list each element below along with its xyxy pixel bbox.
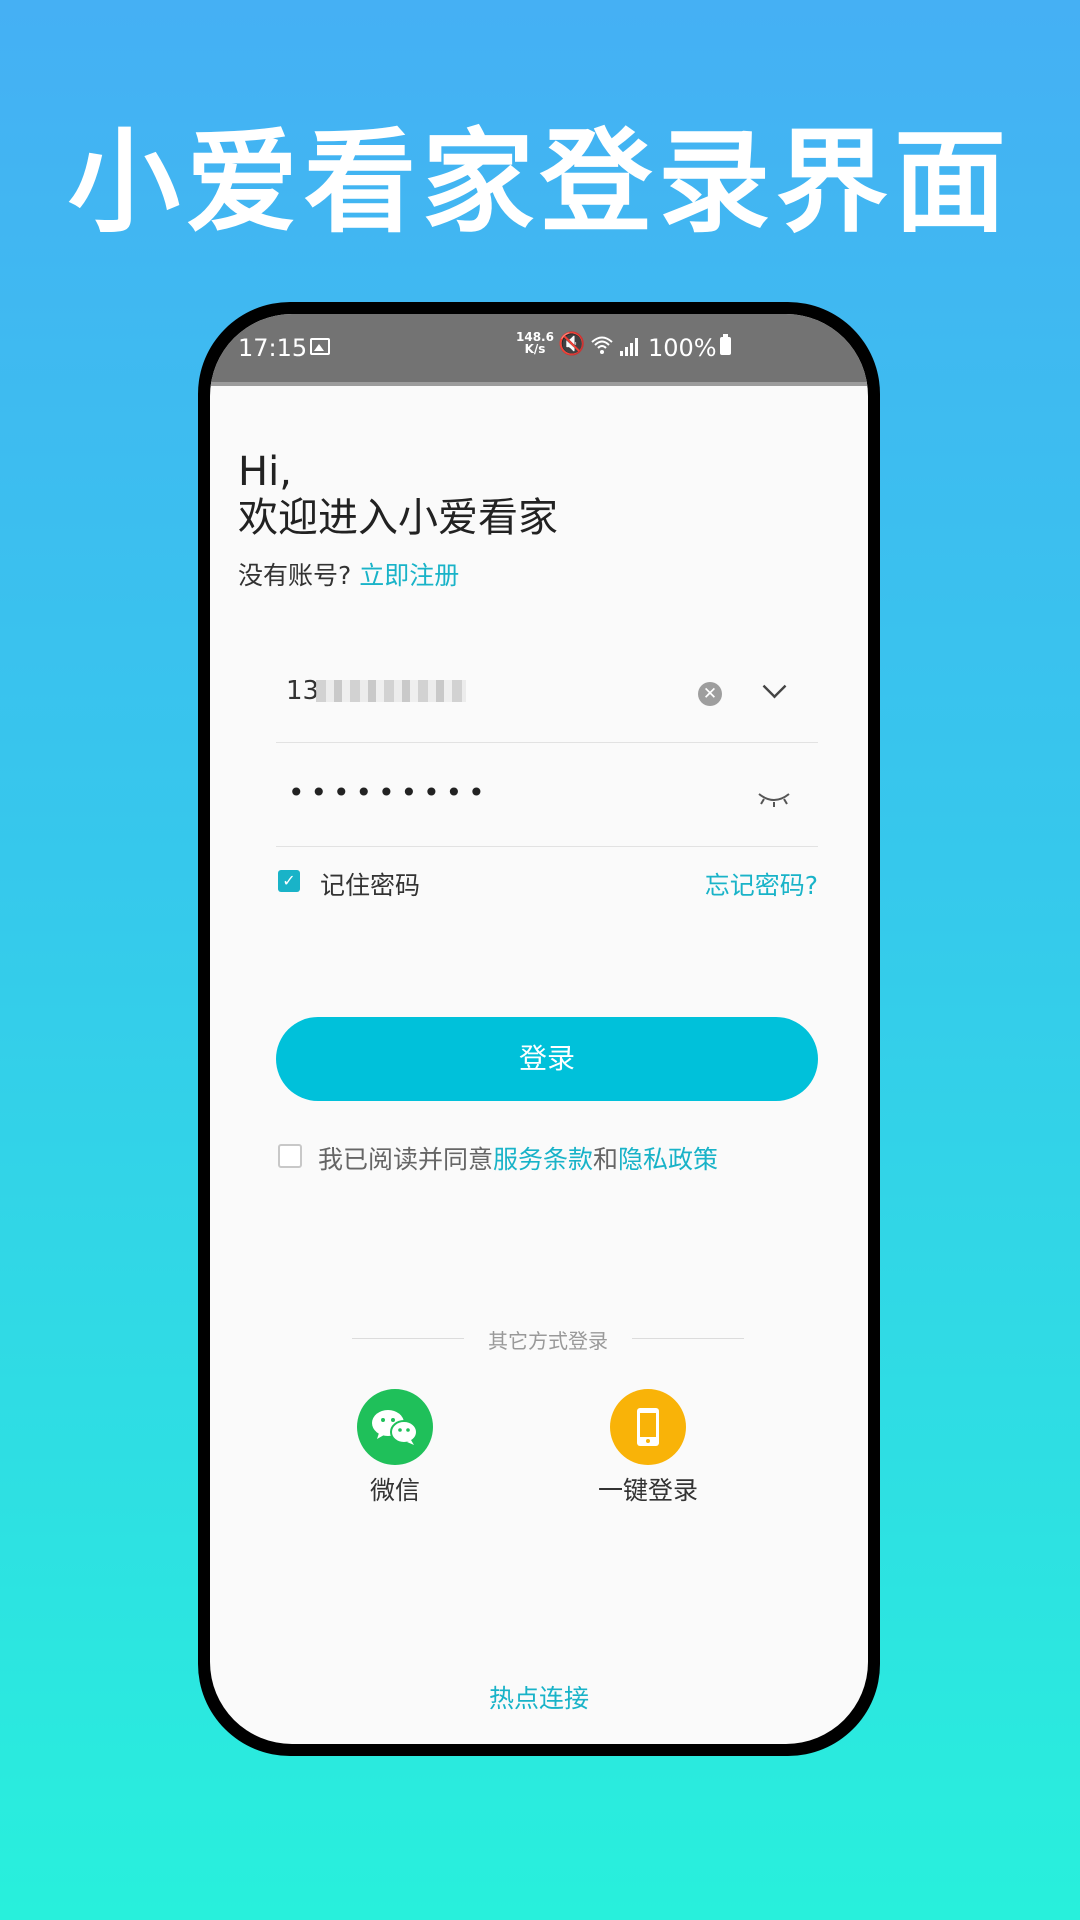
chevron-down-icon[interactable] xyxy=(762,674,787,699)
password-field[interactable]: ••••••••• xyxy=(276,742,818,847)
wechat-icon[interactable] xyxy=(357,1389,433,1465)
password-input[interactable]: ••••••••• xyxy=(288,776,491,809)
phone-screen: 17:15 148.6 K/s 🔇 100% Hi, 欢迎进入小爱看家 没有账号… xyxy=(210,314,868,1744)
terms-link[interactable]: 服务条款 xyxy=(493,1145,593,1174)
wifi-icon xyxy=(591,336,613,354)
agreement-text: 我已阅读并同意服务条款和隐私政策 xyxy=(318,1140,718,1176)
status-bar: 17:15 148.6 K/s 🔇 100% xyxy=(210,314,868,386)
greeting-hi: Hi, xyxy=(238,449,292,495)
register-link[interactable]: 立即注册 xyxy=(359,561,459,590)
login-button[interactable]: 登录 xyxy=(276,1017,818,1101)
phone-icon[interactable] xyxy=(610,1389,686,1465)
mute-icon: 🔇 xyxy=(558,332,586,357)
eye-closed-icon[interactable] xyxy=(756,788,792,808)
wechat-label: 微信 xyxy=(369,1476,420,1505)
banner-title: 小爱看家登录界面 xyxy=(68,118,1012,248)
privacy-link[interactable]: 隐私政策 xyxy=(618,1145,718,1174)
phone-field[interactable]: 13 ✕ xyxy=(276,638,818,743)
divider-left xyxy=(352,1338,464,1339)
status-time: 17:15 xyxy=(238,334,308,362)
signal-icon xyxy=(620,338,642,356)
phone-input[interactable]: 13 xyxy=(286,676,319,706)
agreement-prefix: 我已阅读并同意 xyxy=(318,1145,494,1174)
register-prompt: 没有账号? xyxy=(238,561,352,590)
divider-right xyxy=(632,1338,744,1339)
phone-frame: 17:15 148.6 K/s 🔇 100% Hi, 欢迎进入小爱看家 没有账号… xyxy=(198,302,880,1756)
other-login-label: 其它方式登录 xyxy=(488,1329,608,1353)
battery-icon xyxy=(720,334,731,355)
agreement-checkbox[interactable] xyxy=(278,1144,302,1168)
wechat-login[interactable]: 微信 xyxy=(320,1389,470,1507)
image-icon xyxy=(310,338,330,355)
phone-blurred-digits xyxy=(316,680,466,702)
remember-label: 记住密码 xyxy=(320,871,421,900)
forgot-password-link[interactable]: 忘记密码? xyxy=(705,866,818,902)
greeting-welcome: 欢迎进入小爱看家 xyxy=(238,495,558,541)
clear-icon[interactable]: ✕ xyxy=(698,682,722,706)
battery-percent: 100% xyxy=(648,334,717,362)
one-click-label: 一键登录 xyxy=(597,1476,698,1505)
one-click-login[interactable]: 一键登录 xyxy=(573,1389,723,1507)
network-speed-unit: K/s xyxy=(524,342,546,356)
agreement-and: 和 xyxy=(593,1145,619,1174)
register-line: 没有账号? 立即注册 xyxy=(238,556,459,592)
greeting: Hi, 欢迎进入小爱看家 xyxy=(238,449,558,541)
network-speed: 148.6 K/s xyxy=(516,331,554,355)
remember-checkbox[interactable]: ✓ xyxy=(278,870,300,892)
hotspot-link[interactable]: 热点连接 xyxy=(210,1679,868,1715)
